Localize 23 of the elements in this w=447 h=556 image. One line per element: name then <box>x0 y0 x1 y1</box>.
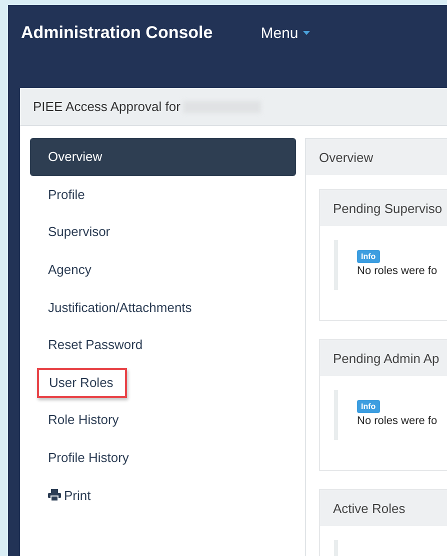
nav-item[interactable]: Role History <box>30 401 296 439</box>
content-title: Overview <box>319 150 374 164</box>
print-link[interactable]: Print <box>30 476 296 514</box>
info-badge: Info <box>357 250 380 263</box>
nav-item[interactable]: Supervisor <box>30 213 296 251</box>
card-title: Pending Superviso <box>333 200 442 216</box>
panel-title: PIEE Access Approval for <box>33 99 180 114</box>
caret-icon <box>303 31 310 35</box>
message-text: No roles were fo <box>357 265 438 277</box>
nav-item[interactable]: Profile <box>30 176 296 214</box>
nav-item[interactable]: Reset Password <box>30 326 296 364</box>
info-badge: Info <box>357 400 380 413</box>
nav-item[interactable]: User Roles <box>37 368 128 398</box>
nav-item[interactable]: Profile History <box>30 438 296 476</box>
nav-item[interactable]: Agency <box>30 250 296 288</box>
card-title: Active Roles <box>333 500 406 516</box>
menu-button[interactable]: Menu <box>260 24 310 42</box>
nav-item[interactable]: Justification/Attachments <box>30 288 296 326</box>
printer-icon <box>48 489 61 502</box>
app-title: Administration Console <box>21 23 213 43</box>
card-title: Pending Admin Ap <box>333 350 440 366</box>
message-text: No roles were fo <box>357 415 438 427</box>
nav-item[interactable]: Overview <box>30 138 296 176</box>
